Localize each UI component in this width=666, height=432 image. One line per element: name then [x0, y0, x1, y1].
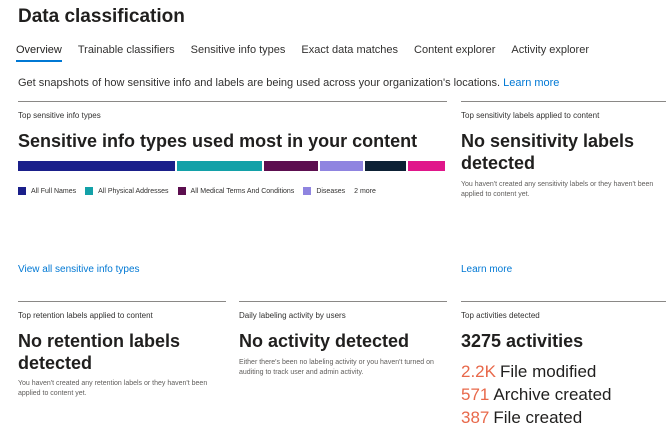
legend-item: All Medical Terms And Conditions	[177, 187, 295, 195]
legend-swatch	[85, 187, 94, 195]
bar-segment[interactable]	[176, 161, 263, 171]
legend-label: All Physical Addresses	[98, 187, 169, 195]
intro-description: Get snapshots of how sensitive info and …	[18, 77, 501, 89]
bar-segment[interactable]	[18, 161, 175, 171]
top-activities-header: Top activities detected	[461, 311, 540, 320]
top-activities-total: 3275 activities	[461, 331, 584, 351]
activity-label: Archive created	[493, 385, 612, 404]
tab-sensitive-info-types[interactable]: Sensitive info types	[191, 44, 286, 62]
intro-learn-more-link[interactable]: Learn more	[503, 77, 559, 89]
sensitive-info-header: Top sensitive info types	[18, 111, 101, 120]
daily-labeling-title: No activity detected	[239, 331, 410, 351]
card-divider	[461, 101, 666, 102]
activity-row: 2.2K File modified	[461, 360, 612, 383]
sensitivity-labels-title: No sensitivity labels detected	[461, 131, 635, 173]
sensitivity-labels-header: Top sensitivity labels applied to conten…	[461, 111, 600, 120]
tab-content-explorer[interactable]: Content explorer	[414, 44, 495, 62]
card-divider	[18, 301, 226, 302]
activity-label: File created	[493, 408, 583, 427]
retention-labels-description: You haven't created any retention labels…	[18, 380, 208, 397]
bar-segment[interactable]	[264, 161, 319, 171]
sensitive-info-legend: All Full Names All Physical Addresses Al…	[18, 187, 376, 195]
activity-label: File modified	[499, 362, 597, 381]
legend-label: Diseases	[316, 187, 346, 195]
bar-segment[interactable]	[320, 161, 364, 171]
activity-count: 571	[461, 385, 490, 404]
bar-segment[interactable]	[408, 161, 445, 171]
legend-more-link[interactable]: 2 more	[354, 188, 376, 195]
tab-exact-data-matches[interactable]: Exact data matches	[301, 44, 398, 62]
activity-row: 571 Archive created	[461, 383, 612, 406]
legend-swatch	[303, 187, 312, 195]
daily-labeling-description: Either there's been no labeling activity…	[239, 359, 434, 376]
view-all-sensitive-info-link[interactable]: View all sensitive info types	[18, 264, 140, 275]
legend-label: All Medical Terms And Conditions	[190, 187, 295, 195]
card-divider	[461, 301, 666, 302]
activity-row: 387 File created	[461, 406, 612, 429]
legend-item: All Physical Addresses	[85, 187, 169, 195]
legend-swatch	[177, 187, 186, 195]
intro-text: Get snapshots of how sensitive info and …	[18, 77, 559, 89]
legend-label: All Full Names	[31, 187, 77, 195]
legend-item: Diseases	[303, 187, 345, 195]
sensitive-info-stacked-bar	[18, 161, 447, 171]
tab-trainable-classifiers[interactable]: Trainable classifiers	[78, 44, 175, 62]
sensitivity-labels-description: You haven't created any sensitivity labe…	[461, 181, 654, 198]
legend-swatch	[18, 187, 26, 195]
top-activities-list: 2.2K File modified 571 Archive created 387…	[461, 360, 612, 429]
activity-count: 387	[461, 408, 490, 427]
daily-labeling-header: Daily labeling activity by users	[239, 311, 346, 320]
activity-count: 2.2K	[461, 362, 496, 381]
tab-activity-explorer[interactable]: Activity explorer	[511, 44, 589, 62]
bar-segment[interactable]	[365, 161, 407, 171]
sensitive-info-title: Sensitive info types used most in your c…	[18, 131, 418, 151]
retention-labels-header: Top retention labels applied to content	[18, 311, 153, 320]
legend-item: All Full Names	[18, 187, 76, 195]
tab-overview[interactable]: Overview	[16, 44, 62, 62]
sensitivity-labels-learn-more-link[interactable]: Learn more	[461, 264, 512, 275]
page-title: Data classification	[18, 6, 185, 27]
retention-labels-title: No retention labels detected	[18, 331, 181, 373]
card-divider	[18, 101, 447, 102]
tab-bar: Overview Trainable classifiers Sensitive…	[16, 44, 605, 62]
card-divider	[239, 301, 447, 302]
